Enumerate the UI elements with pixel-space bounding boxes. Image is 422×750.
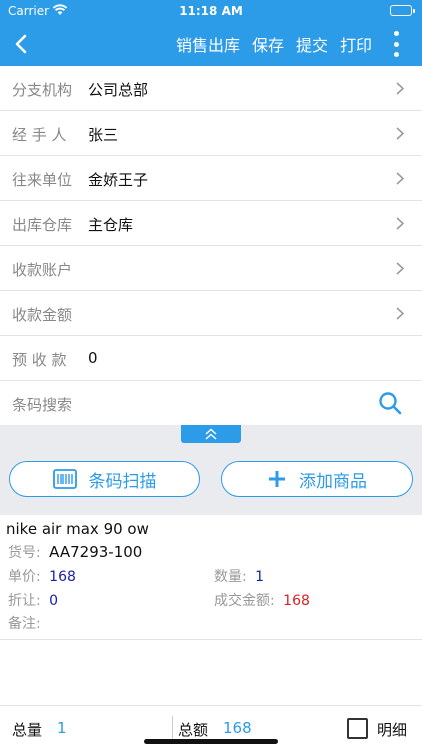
total-amount-value: 168 (223, 719, 252, 737)
deal-amount-field: 成交金额: 168 (214, 590, 310, 610)
row-payment-account[interactable]: 收款账户 (0, 246, 422, 291)
detail-checkbox[interactable] (347, 718, 368, 739)
home-indicator (144, 739, 278, 744)
chevron-right-icon (396, 262, 404, 275)
row-payment-amount[interactable]: 收款金额 (0, 291, 422, 336)
total-qty-value: 1 (57, 719, 67, 737)
row-branch[interactable]: 分支机构 公司总部 (0, 66, 422, 111)
chevron-right-icon (396, 82, 404, 95)
double-chevron-up-icon (205, 428, 217, 440)
total-amount-label: 总额 (178, 721, 209, 739)
detail-label: 明细 (377, 721, 408, 739)
add-product-button[interactable]: 添加商品 (221, 461, 413, 497)
row-value: 0 (88, 349, 98, 367)
product-item[interactable]: nike air max 90 ow 货号: AA7293-100 单价: 16… (0, 515, 422, 640)
barcode-scan-button[interactable]: 条码扫描 (9, 461, 200, 497)
add-product-label: 添加商品 (299, 471, 367, 492)
row-value: 金娇王子 (88, 171, 149, 189)
sku-value: AA7293-100 (49, 543, 143, 561)
more-vertical-icon[interactable] (392, 31, 400, 57)
print-button[interactable]: 打印 (340, 32, 372, 56)
discount-field: 折让: 0 (8, 590, 58, 610)
save-button[interactable]: 保存 (252, 32, 284, 56)
sku-field: 货号: AA7293-100 (8, 542, 142, 562)
row-warehouse[interactable]: 出库仓库 主仓库 (0, 201, 422, 246)
nav-bar: 销售出库 保存 提交 打印 (0, 22, 422, 66)
submit-button[interactable]: 提交 (296, 32, 328, 56)
page-title: 销售出库 (175, 36, 240, 55)
note-label: 备注: (8, 616, 41, 632)
price-field: 单价: 168 (8, 566, 76, 586)
back-arrow-icon[interactable] (12, 32, 32, 56)
price-label: 单价: (8, 569, 41, 585)
note-field: 备注: (8, 613, 41, 633)
battery-icon (390, 5, 415, 16)
status-time: 11:18 AM (179, 4, 243, 18)
deal-amount-value: 168 (283, 593, 310, 609)
row-label: 收款金额 (12, 306, 73, 324)
barcode-scan-label: 条码扫描 (88, 471, 157, 492)
chevron-right-icon (396, 127, 404, 140)
product-name: nike air max 90 ow (6, 520, 149, 538)
row-handler[interactable]: 经 手 人 张三 (0, 111, 422, 156)
discount-label: 折让: (8, 593, 41, 609)
chevron-right-icon (396, 172, 404, 185)
qty-label: 数量: (214, 569, 247, 585)
qty-field: 数量: 1 (214, 566, 264, 586)
chevron-right-icon (396, 307, 404, 320)
total-qty-label: 总量 (12, 721, 43, 739)
deal-amount-label: 成交金额: (214, 593, 275, 609)
row-label: 收款账户 (12, 261, 73, 279)
search-icon[interactable] (378, 391, 402, 415)
chevron-right-icon (396, 217, 404, 230)
status-bar: Carrier 11:18 AM (0, 0, 422, 22)
collapse-toggle[interactable] (181, 425, 241, 443)
barcode-search-input[interactable]: 条码搜索 (12, 394, 72, 415)
barcode-search-row[interactable]: 条码搜索 (0, 381, 422, 426)
plus-icon (269, 471, 285, 487)
barcode-icon (52, 469, 77, 489)
qty-value: 1 (255, 569, 265, 585)
row-prepayment: 预 收 款 0 (0, 336, 422, 381)
row-label: 预 收 款 (12, 351, 67, 369)
price-value: 168 (49, 569, 76, 585)
row-label: 经 手 人 (12, 126, 67, 144)
order-form: 分支机构 公司总部 经 手 人 张三 往来单位 金娇王子 出库仓库 主仓库 收款… (0, 66, 422, 426)
row-partner[interactable]: 往来单位 金娇王子 (0, 156, 422, 201)
discount-value: 0 (49, 593, 59, 609)
row-label: 分支机构 (12, 81, 73, 99)
row-label: 出库仓库 (12, 216, 73, 234)
row-value: 主仓库 (88, 216, 134, 234)
nav-actions: 销售出库 保存 提交 打印 (164, 22, 372, 66)
row-value: 张三 (88, 126, 119, 144)
sku-label: 货号: (8, 545, 41, 561)
row-label: 往来单位 (12, 171, 73, 189)
row-value: 公司总部 (88, 81, 149, 99)
